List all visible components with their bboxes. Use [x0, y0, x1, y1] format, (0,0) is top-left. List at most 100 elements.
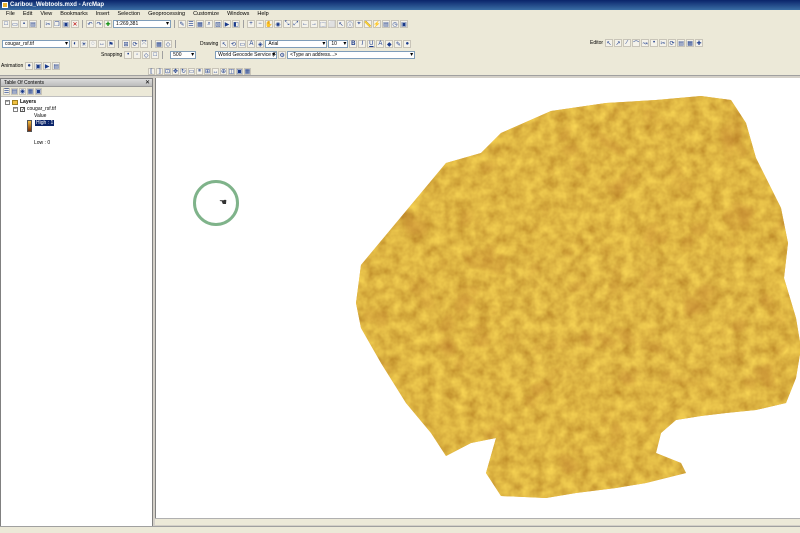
zoom-in-icon[interactable]: + [247, 20, 255, 28]
catalog-icon[interactable]: ▦ [196, 20, 204, 28]
snapping-label[interactable]: Snapping [100, 51, 123, 59]
straight-segment-icon[interactable]: ∕ [623, 39, 632, 47]
undo-icon[interactable]: ↶ [86, 20, 94, 28]
back-extent-icon[interactable]: ← [301, 20, 309, 28]
italic-button[interactable]: I [358, 40, 367, 48]
time-slider-icon[interactable]: ◷ [391, 20, 399, 28]
font-size-combo[interactable]: 10 [328, 40, 349, 48]
edit-tool-icon[interactable]: ↖ [605, 39, 614, 47]
bold-button[interactable]: B [349, 40, 358, 48]
menu-customize[interactable]: Customize [190, 10, 222, 18]
focus-frame-icon[interactable]: ▣ [236, 68, 243, 75]
layer-name[interactable]: cougar_rsf.tif [27, 106, 56, 113]
fixed-zoom-out-icon[interactable]: ⤢ [292, 20, 300, 28]
snap-endpoint-icon[interactable]: ◦ [133, 51, 142, 59]
print-icon[interactable]: ▤ [29, 20, 37, 28]
rectangle-icon[interactable]: ▭ [238, 40, 247, 48]
underline-button[interactable]: U [367, 40, 376, 48]
collapse-icon[interactable]: − [13, 107, 18, 112]
raster-map[interactable] [156, 78, 800, 518]
identify-icon[interactable]: ⓘ [346, 20, 354, 29]
zoom-whole-icon[interactable]: ⊡ [164, 68, 171, 75]
new-document-icon[interactable]: □ [2, 20, 10, 28]
pan-icon[interactable]: ✥ [172, 68, 179, 75]
end-point-arc-icon[interactable]: ⌒ [632, 39, 641, 48]
menu-edit[interactable]: Edit [20, 10, 35, 18]
toc-options-icon[interactable]: ▣ [35, 88, 42, 95]
zoom-out-icon[interactable]: − [256, 20, 264, 28]
layer-row[interactable]: − ✓ cougar_rsf.tif [3, 106, 150, 113]
full-extent-icon[interactable]: ◉ [274, 20, 282, 28]
list-by-drawing-order-icon[interactable]: ☰ [3, 88, 10, 95]
point-icon[interactable]: • [650, 39, 659, 47]
edit-annotation-icon[interactable]: ↗ [614, 39, 623, 47]
rotate-feature-icon[interactable]: ⟳ [668, 39, 677, 47]
georef-rotate-icon[interactable]: ⟳ [131, 40, 139, 48]
arctoolbox-icon[interactable]: ▧ [214, 20, 222, 28]
text-icon[interactable]: A [247, 40, 256, 48]
grid-icon[interactable]: ▦ [155, 40, 163, 48]
brightness-icon[interactable]: ☀ [80, 40, 88, 48]
select-elements-icon[interactable]: ↖ [337, 20, 345, 28]
list-by-visibility-icon[interactable]: ◉ [19, 88, 26, 95]
rotate-icon[interactable]: ⟲ [229, 40, 238, 48]
refresh-icon[interactable]: ↻ [180, 68, 187, 75]
select-features-icon[interactable]: ⬚ [319, 20, 327, 28]
python-window-icon[interactable]: ▶ [223, 20, 231, 28]
topology-icon[interactable]: ◇ [164, 40, 172, 48]
address-search-input[interactable]: <Type an address...> [287, 51, 416, 59]
redo-icon[interactable]: ↷ [95, 20, 103, 28]
font-name-combo[interactable]: Arial [265, 40, 328, 48]
toggle-draft-icon[interactable]: ◫ [228, 68, 235, 75]
forward-extent-icon[interactable]: → [310, 20, 318, 28]
trace-icon[interactable]: ↝ [641, 39, 650, 47]
editor-toolbar-icon[interactable]: ✎ [178, 20, 186, 28]
dock-right-icon[interactable]: ⟧ [156, 68, 163, 75]
contrast-icon[interactable]: ◐ [71, 40, 79, 48]
zoom-control-icon[interactable]: ⊕ [220, 68, 227, 75]
table-of-contents-icon[interactable]: ☰ [187, 20, 195, 28]
fixed-zoom-in-icon[interactable]: ⤡ [283, 20, 291, 28]
close-icon[interactable]: ✕ [145, 79, 150, 87]
map-horizontal-scrollbar[interactable] [155, 518, 800, 525]
attributes-icon[interactable]: ▤ [677, 39, 686, 47]
layout-view-icon[interactable]: ▭ [188, 68, 195, 75]
create-features-icon[interactable]: ✚ [695, 39, 704, 47]
menu-geoprocessing[interactable]: Geoprocessing [145, 10, 188, 18]
list-by-selection-icon[interactable]: ▦ [27, 88, 34, 95]
hand-pan-icon[interactable]: ✋ [265, 20, 273, 28]
menu-selection[interactable]: Selection [114, 10, 143, 18]
georef-icon[interactable]: ⊞ [122, 40, 130, 48]
drawing-label[interactable]: Drawing [199, 40, 219, 48]
html-popup-icon[interactable]: ▤ [382, 20, 390, 28]
copy-icon[interactable]: ❐ [53, 20, 61, 28]
zoom-100-icon[interactable]: ⊞ [204, 68, 211, 75]
snap-point-icon[interactable]: • [124, 51, 133, 59]
animation-manager-icon[interactable]: ▤ [52, 62, 61, 70]
create-viewer-icon[interactable]: ▣ [400, 20, 408, 28]
open-icon[interactable]: ▭ [11, 20, 19, 28]
map-scale-combo[interactable]: 1:269,381 [113, 20, 171, 28]
font-color-icon[interactable]: A [376, 40, 385, 48]
georef-shift-icon[interactable]: ⤧ [140, 40, 148, 48]
editor-menu[interactable]: Editor [589, 39, 604, 47]
cut-icon[interactable]: ✂ [44, 20, 52, 28]
modelbuilder-icon[interactable]: ◧ [232, 20, 240, 28]
menu-bookmarks[interactable]: Bookmarks [57, 10, 91, 18]
transparency-icon[interactable]: ◌ [89, 40, 97, 48]
page-width-icon[interactable]: ↔ [212, 68, 219, 75]
dock-left-icon[interactable]: ⟦ [148, 68, 155, 75]
find-icon[interactable]: ⌖ [355, 20, 363, 28]
menu-view[interactable]: View [37, 10, 55, 18]
layer-visibility-checkbox[interactable]: ✓ [20, 107, 25, 113]
snap-vertex-icon[interactable]: ◇ [142, 51, 151, 59]
menu-help[interactable]: Help [254, 10, 271, 18]
change-layout-icon[interactable]: ▦ [244, 68, 251, 75]
geocode-service-combo[interactable]: World Geocode Service (F [215, 51, 278, 59]
measure-icon[interactable]: 📏 [364, 20, 372, 28]
fill-color-icon[interactable]: ◆ [385, 40, 394, 48]
line-color-icon[interactable]: ✎ [394, 40, 403, 48]
geocode-options-icon[interactable]: ⚙ [278, 51, 287, 59]
menu-file[interactable]: File [3, 10, 18, 18]
drawing-select-icon[interactable]: ↖ [220, 40, 229, 48]
